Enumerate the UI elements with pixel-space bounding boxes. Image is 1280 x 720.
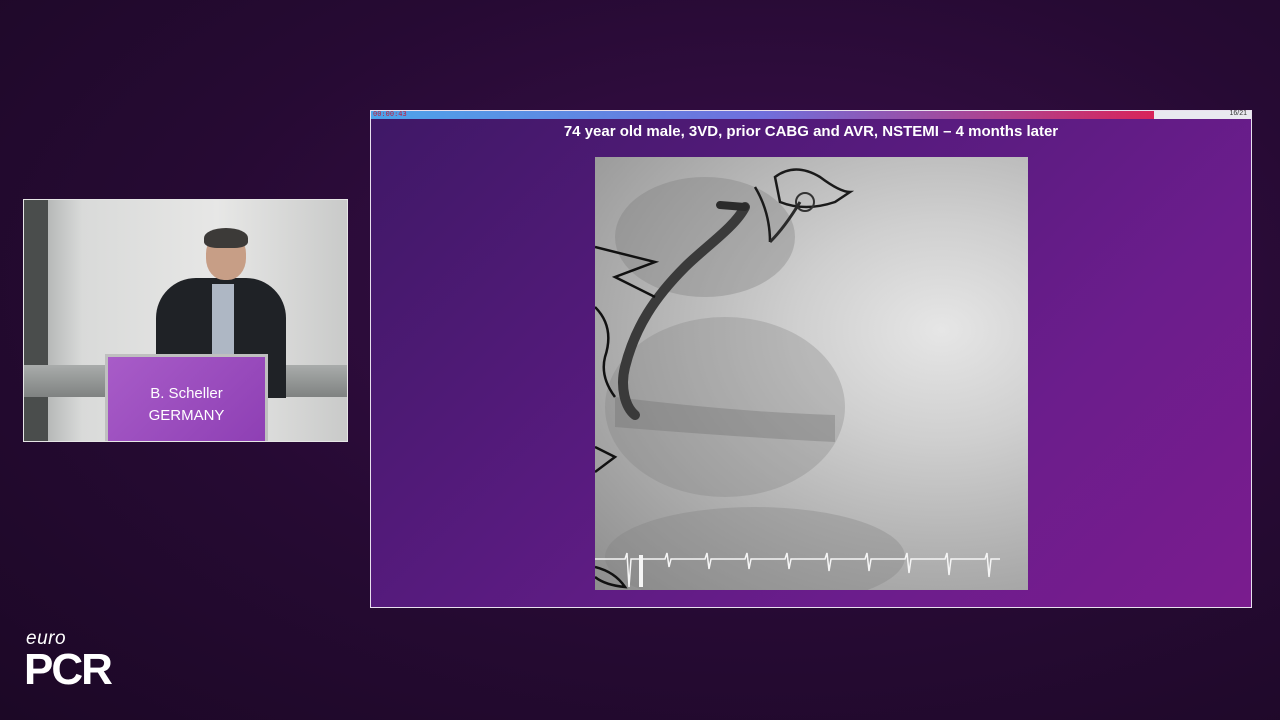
angiogram-image (595, 157, 1028, 590)
slide-elapsed-time: 00:00:43 (373, 110, 407, 118)
speaker-name: B. Scheller (150, 385, 223, 402)
slide-title: 74 year old male, 3VD, prior CABG and AV… (563, 123, 1059, 140)
slide-progress-fill (371, 111, 1155, 119)
slide-counter: 16/21 (1229, 110, 1247, 117)
europcr-logo: euro PCR (24, 628, 113, 694)
podium-nameplate: B. Scheller GERMANY (105, 354, 268, 441)
speaker-video: B. Scheller GERMANY (23, 199, 348, 442)
slide-progress-track: 00:00:43 16/21 (371, 110, 1251, 119)
angiogram-drawing (595, 168, 1000, 590)
speaker-country: GERMANY (148, 407, 225, 424)
presentation-slide: 00:00:43 16/21 74 year old male, 3VD, pr… (370, 110, 1252, 608)
logo-pcr-text: PCR (24, 645, 113, 694)
speaker-shirt (212, 284, 234, 354)
speaker-hair (204, 228, 248, 248)
stage-pillar (24, 200, 48, 441)
